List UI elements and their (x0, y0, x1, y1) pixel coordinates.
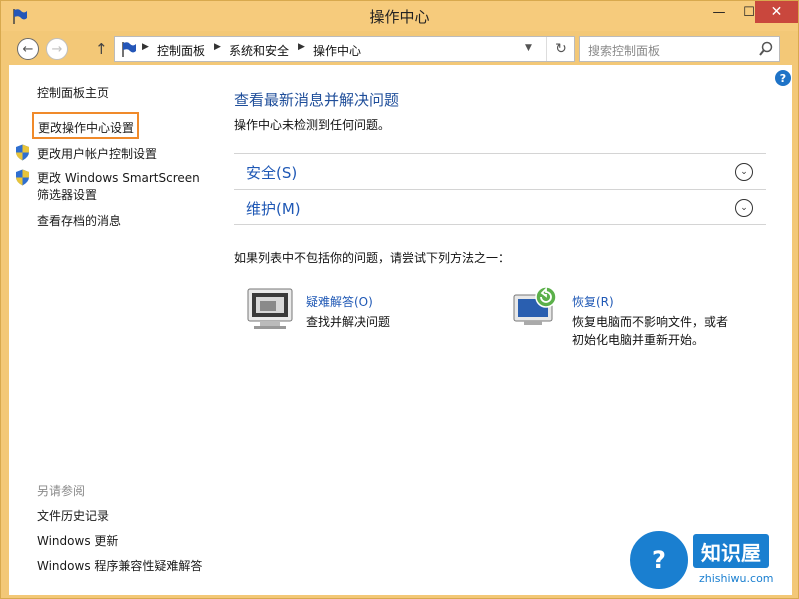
navigation-bar: ← → ↑ ▶ 控制面板 ▶ 系统和安全 ▶ 操作中心 ▼ ↻ 搜索控制面板 (9, 34, 792, 64)
smartscreen-line1: 更改 Windows SmartScreen (37, 171, 200, 185)
uac-shield-icon (16, 144, 29, 161)
breadcrumb-system-security[interactable]: 系统和安全 (229, 42, 289, 59)
sidebar-link-archived-messages[interactable]: 查看存档的消息 (37, 212, 121, 229)
title-bar: 操作中心 — ☐ ✕ (1, 1, 798, 31)
address-bar[interactable]: ▶ 控制面板 ▶ 系统和安全 ▶ 操作中心 ▼ ↻ (114, 36, 575, 62)
uac-shield-icon (16, 169, 29, 186)
search-input[interactable]: 搜索控制面板 (579, 36, 780, 62)
section-security[interactable]: 安全(S) ⌄ (234, 153, 766, 189)
breadcrumb-separator[interactable]: ▶ (214, 42, 221, 52)
action-center-window: 操作中心 — ☐ ✕ ← → ↑ ▶ 控制面板 ▶ 系统和安全 ▶ 操作中心 ▼… (0, 0, 799, 599)
search-placeholder: 搜索控制面板 (588, 44, 661, 58)
sidebar-link-smartscreen[interactable]: 更改 Windows SmartScreen 筛选器设置 (37, 170, 200, 204)
chevron-down-icon[interactable]: ⌄ (735, 199, 753, 217)
recovery-description: 恢复电脑而不影响文件，或者 初始化电脑并重新开始。 (572, 313, 752, 349)
try-methods-text: 如果列表中不包括你的问题，请尝试下列方法之一： (234, 251, 511, 265)
watermark-url: zhishiwu.com (699, 572, 774, 585)
status-message: 操作中心未检测到任何问题。 (234, 118, 391, 132)
troubleshooting-icon (247, 288, 293, 329)
section-maintenance-label: 维护(M) (246, 200, 301, 218)
see-also-windows-update[interactable]: Windows 更新 (37, 532, 118, 549)
troubleshooting-link[interactable]: 疑难解答(O) (306, 293, 373, 310)
chevron-down-icon[interactable]: ⌄ (735, 163, 753, 181)
breadcrumb-separator[interactable]: ▶ (142, 42, 149, 52)
see-also-heading: 另请参阅 (37, 484, 86, 498)
watermark-badge: ? (627, 528, 691, 592)
forward-button[interactable]: → (46, 38, 68, 60)
close-button[interactable]: ✕ (755, 1, 798, 23)
up-button[interactable]: ↑ (95, 40, 108, 58)
page-title: 查看最新消息并解决问题 (234, 91, 400, 109)
see-also-file-history[interactable]: 文件历史记录 (37, 507, 109, 524)
troubleshooting-description: 查找并解决问题 (306, 315, 391, 329)
recovery-link[interactable]: 恢复(R) (572, 293, 614, 310)
back-button[interactable]: ← (17, 38, 39, 60)
sidebar-link-change-settings[interactable]: 更改操作中心设置 (32, 112, 139, 139)
watermark-logo: ? 知识屋 zhishiwu.com (627, 528, 797, 592)
address-dropdown-icon[interactable]: ▼ (525, 43, 532, 53)
flag-icon (122, 42, 136, 57)
breadcrumb-control-panel[interactable]: 控制面板 (157, 42, 205, 59)
section-security-label: 安全(S) (246, 164, 298, 182)
sidebar-link-home[interactable]: 控制面板主页 (37, 84, 109, 101)
recovery-icon (513, 286, 557, 325)
breadcrumb-action-center[interactable]: 操作中心 (313, 42, 361, 59)
sidebar-link-uac[interactable]: 更改用户帐户控制设置 (37, 145, 157, 162)
recovery-desc-line2: 初始化电脑并重新开始。 (572, 333, 705, 347)
see-also-compatibility-troubleshooter[interactable]: Windows 程序兼容性疑难解答 (37, 557, 202, 574)
help-icon[interactable]: ? (775, 70, 791, 86)
minimize-button[interactable]: — (704, 1, 734, 23)
search-icon[interactable] (758, 41, 774, 57)
breadcrumb-separator[interactable]: ▶ (298, 42, 305, 52)
content-pane: ? 控制面板主页 更改操作中心设置 更改用户帐户控制设置 更改 Windows … (9, 65, 792, 595)
smartscreen-line2: 筛选器设置 (37, 188, 98, 202)
section-maintenance[interactable]: 维护(M) ⌄ (234, 189, 766, 225)
refresh-button[interactable]: ↻ (546, 37, 575, 61)
window-title: 操作中心 (369, 8, 430, 26)
watermark-brand: 知识屋 (693, 534, 769, 568)
recovery-desc-line1: 恢复电脑而不影响文件，或者 (572, 315, 729, 329)
